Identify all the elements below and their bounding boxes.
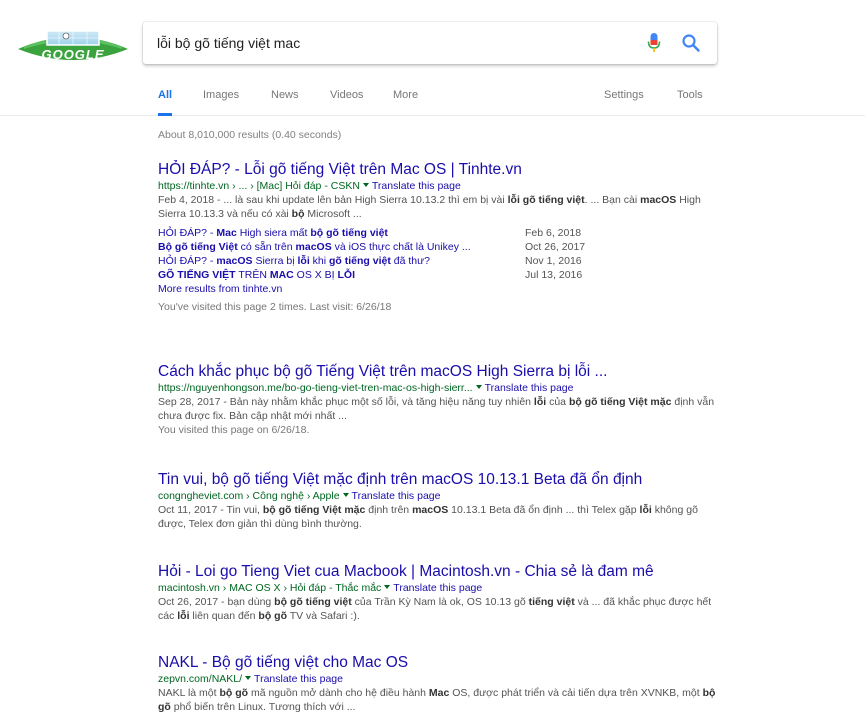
translate-link[interactable]: Translate this page	[485, 382, 574, 394]
sitelinks: HỎI ĐÁP? - Mac High siera mất bộ gõ tiến…	[158, 226, 608, 282]
search-box[interactable]	[143, 22, 717, 64]
sitelink[interactable]: Bộ gõ tiếng Việt có sẵn trên macOS và iO…	[158, 240, 471, 254]
more-results-link[interactable]: More results from tinhte.vn	[158, 282, 718, 296]
result-snippet: Oct 26, 2017 - bạn dùng bộ gõ tiếng việt…	[158, 596, 712, 622]
search-result: HỎI ĐÁP? - Lỗi gõ tiếng Việt trên Mac OS…	[158, 160, 718, 314]
result-snippet: Oct 11, 2017 - Tin vui, bộ gõ tiếng Việt…	[158, 504, 698, 530]
caret-down-icon[interactable]	[362, 183, 369, 187]
sitelink-date: Oct 26, 2017	[525, 241, 586, 253]
microphone-icon[interactable]	[646, 32, 662, 54]
sitelink-date: Feb 6, 2018	[525, 227, 582, 239]
tab-images[interactable]: Images	[203, 88, 239, 116]
sitelink-row: GÕ TIẾNG VIỆT TRÊN MAC OS X BỊ LỖI Jul 13…	[158, 268, 608, 282]
search-input[interactable]	[157, 22, 627, 64]
svg-text:GOOGLE: GOOGLE	[41, 47, 104, 62]
result-url: https://nguyenhongson.me/bo-go-tieng-vie…	[158, 382, 574, 394]
google-doodle-logo[interactable]: GOOGLE	[14, 27, 132, 67]
result-url: macintosh.vn › MAC OS X › Hỏi đáp - Thắc…	[158, 582, 483, 594]
result-snippet: NAKL là một bộ gõ mã nguồn mở dành cho h…	[158, 687, 716, 713]
tab-all[interactable]: All	[158, 88, 173, 116]
translate-link[interactable]: Translate this page	[372, 180, 461, 192]
search-result: Hỏi - Loi go Tieng Viet cua Macbook | Ma…	[158, 562, 718, 623]
header: GOOGLE All Images News Videos More Setti…	[0, 0, 865, 116]
sitelink[interactable]: HỎI ĐÁP? - macOS Sierra bị lỗi khi gõ ti…	[158, 254, 430, 268]
tab-settings[interactable]: Settings	[604, 88, 644, 116]
search-tabs: All Images News Videos More Settings Too…	[0, 88, 865, 116]
result-snippet: Feb 4, 2018 - ... là sau khi update lên …	[158, 194, 701, 220]
tab-more[interactable]: More	[393, 88, 418, 116]
result-title-link[interactable]: NAKL - Bộ gõ tiếng việt cho Mac OS	[158, 653, 718, 672]
translate-link[interactable]: Translate this page	[254, 673, 343, 685]
tab-tools[interactable]: Tools	[677, 88, 703, 116]
search-result: Tin vui, bộ gõ tiếng Việt mặc định trên …	[158, 470, 718, 531]
result-title-link[interactable]: Hỏi - Loi go Tieng Viet cua Macbook | Ma…	[158, 562, 718, 581]
sitelink[interactable]: GÕ TIẾNG VIỆT TRÊN MAC OS X BỊ LỖI	[158, 268, 355, 282]
caret-down-icon[interactable]	[342, 493, 349, 497]
result-stats: About 8,010,000 results (0.40 seconds)	[158, 129, 342, 141]
translate-link[interactable]: Translate this page	[352, 490, 441, 502]
caret-down-icon[interactable]	[384, 585, 391, 589]
caret-down-icon[interactable]	[245, 676, 252, 680]
translate-link[interactable]: Translate this page	[393, 582, 482, 594]
result-url: zepvn.com/NAKL/Translate this page	[158, 673, 343, 685]
result-title-link[interactable]: Tin vui, bộ gõ tiếng Việt mặc định trên …	[158, 470, 718, 489]
result-title-link[interactable]: HỎI ĐÁP? - Lỗi gõ tiếng Việt trên Mac OS…	[158, 160, 718, 179]
result-snippet: Sep 28, 2017 - Bản này nhằm khắc phục mộ…	[158, 396, 715, 422]
search-icon[interactable]	[681, 33, 701, 53]
sitelink-date: Nov 1, 2016	[525, 255, 582, 267]
sitelink-row: Bộ gõ tiếng Việt có sẵn trên macOS và iO…	[158, 240, 608, 254]
sitelink-row: HỎI ĐÁP? - Mac High siera mất bộ gõ tiến…	[158, 226, 608, 240]
result-url: https://tinhte.vn › ... › [Mac] Hỏi đáp …	[158, 180, 461, 192]
caret-down-icon[interactable]	[475, 385, 482, 389]
result-title-link[interactable]: Cách khắc phục bộ gõ Tiếng Việt trên mac…	[158, 362, 718, 381]
visited-note: You've visited this page 2 times. Last v…	[158, 301, 392, 313]
search-result: Cách khắc phục bộ gõ Tiếng Việt trên mac…	[158, 362, 718, 437]
tab-videos[interactable]: Videos	[330, 88, 363, 116]
visited-note: You visited this page on 6/26/18.	[158, 424, 310, 436]
sitelink-row: HỎI ĐÁP? - macOS Sierra bị lỗi khi gõ ti…	[158, 254, 608, 268]
result-url: congngheviet.com › Công nghệ › Apple Tran…	[158, 490, 441, 502]
sitelink[interactable]: HỎI ĐÁP? - Mac High siera mất bộ gõ tiến…	[158, 226, 388, 240]
sitelink-date: Jul 13, 2016	[525, 269, 583, 281]
tab-news[interactable]: News	[271, 88, 299, 116]
search-result: NAKL - Bộ gõ tiếng việt cho Mac OS zepvn…	[158, 653, 718, 714]
